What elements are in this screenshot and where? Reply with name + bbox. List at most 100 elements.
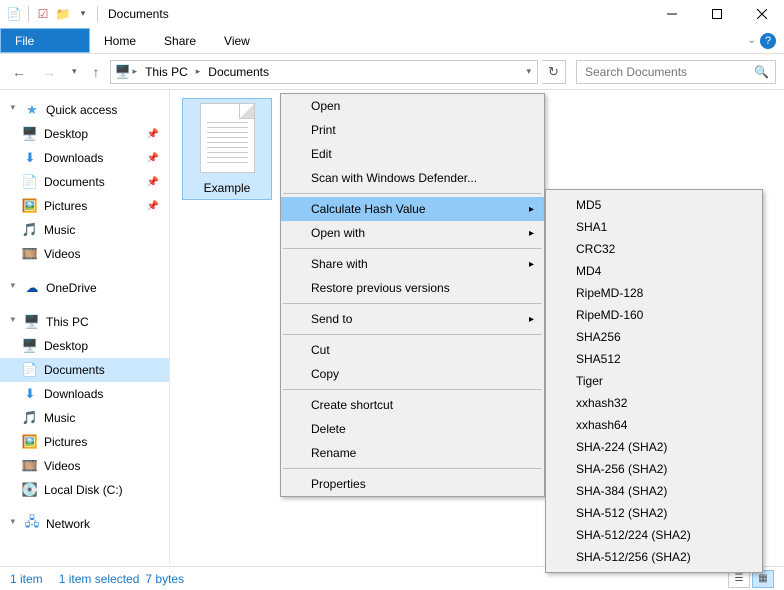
tree-pc-pictures[interactable]: 🖼️Pictures [0,430,169,454]
status-size: 7 bytes [145,572,184,586]
hash-item-crc32[interactable]: CRC32 [546,238,762,260]
minimize-button[interactable] [649,0,694,28]
ctx-item-calculate-hash-value[interactable]: Calculate Hash Value▸ [281,197,544,221]
pin-icon: 📌 [147,129,159,140]
back-button[interactable]: ← [6,60,32,84]
tree-label: Desktop [44,127,88,141]
hash-item-ripemd-160[interactable]: RipeMD-160 [546,304,762,326]
hash-item-sha-384-sha2-[interactable]: SHA-384 (SHA2) [546,480,762,502]
status-count: 1 item [10,572,43,586]
tree-onedrive[interactable]: ☁OneDrive [0,276,169,300]
qat-newfolder-icon[interactable]: 📁 [53,7,73,21]
tab-home[interactable]: Home [90,28,150,53]
refresh-button[interactable]: ↻ [542,60,566,84]
file-item[interactable]: Example [182,98,272,200]
hash-item-md5[interactable]: MD5 [546,194,762,216]
hash-item-sha-512-224-sha2-[interactable]: SHA-512/224 (SHA2) [546,524,762,546]
tree-label: Documents [44,363,105,377]
pictures-icon: 🖼️ [22,198,38,214]
disk-icon: 💽 [22,482,38,498]
qat-dropdown-icon[interactable]: ▾ [73,8,93,19]
close-button[interactable] [739,0,784,28]
nav-tree[interactable]: ★Quick access 🖥️Desktop📌 ⬇Downloads📌 📄Do… [0,90,170,564]
tree-pictures[interactable]: 🖼️Pictures📌 [0,194,169,218]
ctx-item-delete[interactable]: Delete [281,417,544,441]
ctx-item-properties[interactable]: Properties [281,472,544,496]
search-box[interactable]: 🔍 [576,60,776,84]
tree-label: Music [44,223,75,237]
tree-music[interactable]: 🎵Music [0,218,169,242]
up-button[interactable]: ↑ [87,60,106,84]
tree-label: Videos [44,459,80,473]
ctx-item-rename[interactable]: Rename [281,441,544,465]
tree-pc-documents[interactable]: 📄 Documents [0,358,169,382]
tree-pc-desktop[interactable]: 🖥️Desktop [0,334,169,358]
tree-pc-downloads[interactable]: ⬇Downloads [0,382,169,406]
expand-ribbon-icon[interactable]: ⌄ [748,35,756,46]
ctx-item-cut[interactable]: Cut [281,338,544,362]
crumb-thispc[interactable]: This PC [139,63,194,81]
divider [28,6,29,22]
address-dropdown-icon[interactable]: ▾ [526,66,537,77]
star-icon: ★ [24,102,40,118]
hash-item-sha1[interactable]: SHA1 [546,216,762,238]
tree-label: Downloads [44,151,103,165]
tree-pc-music[interactable]: 🎵Music [0,406,169,430]
hash-item-sha-512-256-sha2-[interactable]: SHA-512/256 (SHA2) [546,546,762,568]
address-bar[interactable]: 🖥️ ▸ This PC ▸ Documents ▾ [110,60,538,84]
ctx-item-scan-with-windows-defender-[interactable]: Scan with Windows Defender... [281,166,544,190]
tab-view[interactable]: View [210,28,264,53]
separator [283,468,542,469]
tree-network[interactable]: 🖧Network [0,512,169,536]
tab-share[interactable]: Share [150,28,210,53]
documents-icon: 📄 [22,362,38,378]
ctx-item-send-to[interactable]: Send to▸ [281,307,544,331]
tree-videos[interactable]: 🎞️Videos [0,242,169,266]
hash-item-sha-512-sha2-[interactable]: SHA-512 (SHA2) [546,502,762,524]
tree-pc-videos[interactable]: 🎞️Videos [0,454,169,478]
download-icon: ⬇ [22,150,38,166]
hash-item-ripemd-128[interactable]: RipeMD-128 [546,282,762,304]
hash-item-sha256[interactable]: SHA256 [546,326,762,348]
pc-icon: 🖥️ [24,314,40,330]
ctx-item-copy[interactable]: Copy [281,362,544,386]
hash-item-sha512[interactable]: SHA512 [546,348,762,370]
documents-icon: 📄 [22,174,38,190]
hash-item-xxhash32[interactable]: xxhash32 [546,392,762,414]
tab-file[interactable]: File [0,28,90,53]
recent-dropdown-icon[interactable]: ▾ [66,62,83,81]
chevron-right-icon[interactable]: ▸ [194,66,203,77]
chevron-right-icon[interactable]: ▸ [131,66,140,77]
tree-thispc[interactable]: 🖥️This PC [0,310,169,334]
qat-properties-icon[interactable]: ☑ [33,7,53,21]
ctx-item-create-shortcut[interactable]: Create shortcut [281,393,544,417]
separator [283,303,542,304]
search-input[interactable] [583,64,754,80]
tree-documents[interactable]: 📄Documents📌 [0,170,169,194]
app-icon: 📄 [4,7,24,21]
tree-downloads[interactable]: ⬇Downloads📌 [0,146,169,170]
tree-quick-access[interactable]: ★Quick access [0,98,169,122]
ribbon-tabs: File Home Share View ⌄ ? [0,28,784,54]
hash-item-xxhash64[interactable]: xxhash64 [546,414,762,436]
ctx-item-share-with[interactable]: Share with▸ [281,252,544,276]
tree-desktop[interactable]: 🖥️Desktop📌 [0,122,169,146]
window-buttons [649,0,784,28]
maximize-button[interactable] [694,0,739,28]
crumb-documents[interactable]: Documents [202,63,275,81]
hash-item-sha-224-sha2-[interactable]: SHA-224 (SHA2) [546,436,762,458]
ctx-item-restore-previous-versions[interactable]: Restore previous versions [281,276,544,300]
hash-item-sha-256-sha2-[interactable]: SHA-256 (SHA2) [546,458,762,480]
network-icon: 🖧 [24,516,40,532]
ctx-item-print[interactable]: Print [281,118,544,142]
ctx-item-edit[interactable]: Edit [281,142,544,166]
help-icon[interactable]: ? [760,33,776,49]
tree-label: Documents [44,175,105,189]
forward-button[interactable]: → [36,60,62,84]
ctx-item-open[interactable]: Open [281,94,544,118]
hash-item-tiger[interactable]: Tiger [546,370,762,392]
hash-item-md4[interactable]: MD4 [546,260,762,282]
ctx-item-open-with[interactable]: Open with▸ [281,221,544,245]
tree-pc-localdisk[interactable]: 💽Local Disk (C:) [0,478,169,502]
videos-icon: 🎞️ [22,246,38,262]
